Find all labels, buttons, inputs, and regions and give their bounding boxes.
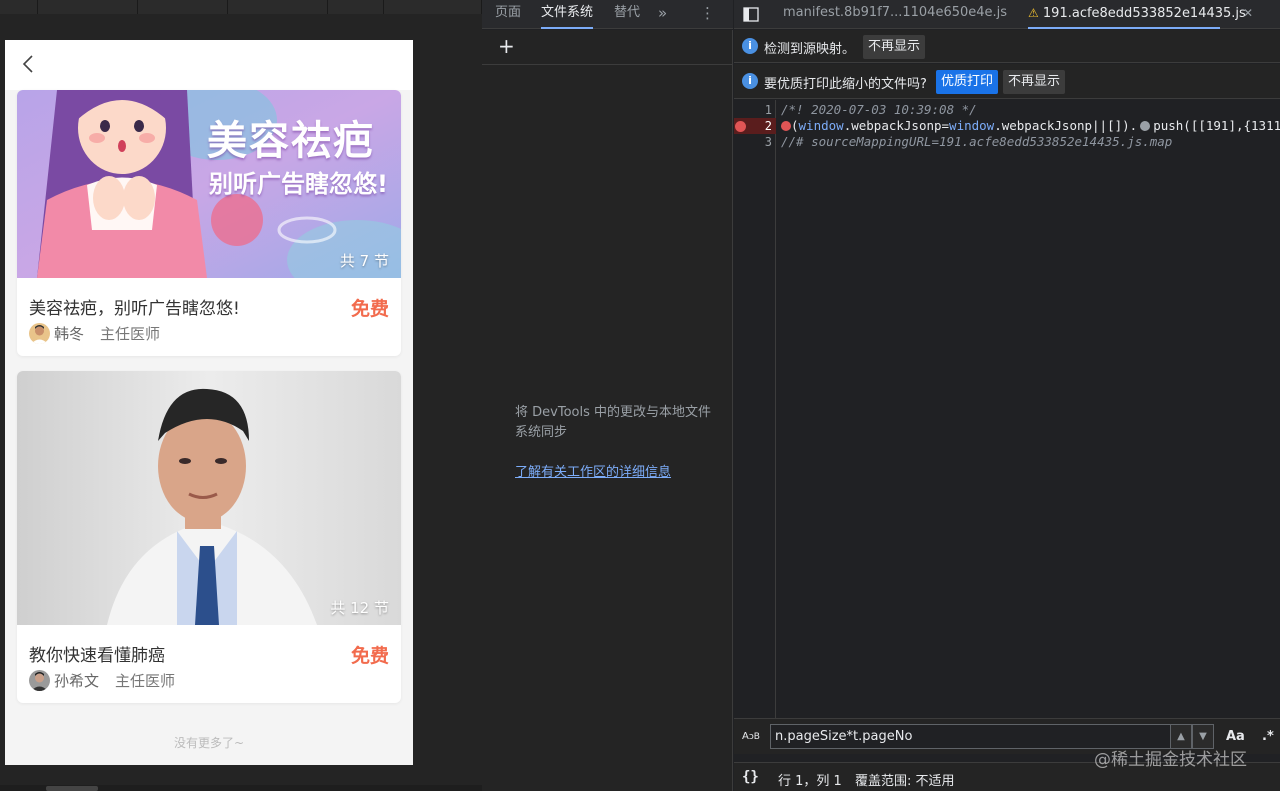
- lesson-count: 共 12 节: [330, 599, 389, 617]
- match-case-button[interactable]: Aa: [1226, 729, 1245, 744]
- line-number[interactable]: 3: [734, 134, 772, 150]
- editor-tabs: manifest.8b91f7...1104e650e4e.js ⚠ 191.a…: [734, 0, 1280, 29]
- add-folder-icon[interactable]: +: [498, 34, 515, 58]
- filesystem-toolbar: +: [482, 30, 732, 65]
- list-end-text: 没有更多了~: [173, 736, 245, 750]
- course-card-body: 教你快速看懂肺癌 免费 孙希文 主任医师: [17, 625, 401, 703]
- back-arrow-icon[interactable]: [15, 50, 43, 78]
- watermark: @稀土掘金技术社区: [1094, 750, 1247, 770]
- info-icon: i: [742, 38, 758, 54]
- infobar-text: 要优质打印此缩小的文件吗?: [764, 77, 927, 92]
- code-token: window: [949, 118, 995, 133]
- mobile-header: [5, 40, 413, 90]
- tab-manifest-js[interactable]: manifest.8b91f7...1104e650e4e.js: [783, 0, 1007, 29]
- inline-breakpoint-icon[interactable]: [781, 121, 791, 131]
- inline-breakpoint-marker-icon[interactable]: [1140, 121, 1151, 131]
- code-token: window: [798, 118, 844, 133]
- lesson-count: 共 7 节: [339, 252, 389, 270]
- author-title: 主任医师: [115, 671, 176, 690]
- code-token: .webpackJsonp=: [843, 118, 950, 133]
- replace-toggle-icon[interactable]: AↄB: [742, 731, 760, 742]
- source-editor: i 检测到源映射。 不再显示 i 要优质打印此缩小的文件吗? 优质打印 不再显示…: [734, 30, 1280, 791]
- filesystem-empty-text: 将 DevTools 中的更改与本地文件系统同步: [515, 405, 711, 440]
- toggle-navigator-icon[interactable]: [743, 7, 759, 22]
- course-card[interactable]: 共 12 节 教你快速看懂肺癌 免费 孙希文 主任医师: [17, 371, 401, 703]
- course-banner-image: 共 12 节: [17, 371, 401, 625]
- pretty-print-icon[interactable]: {}: [742, 769, 759, 785]
- tab-191-js-label: 191.acfe8edd533852e14435.js: [1042, 6, 1246, 21]
- mobile-viewport: 美容祛疤 别听广告瞎忽悠! 共 7 节 美容祛疤，别听广告瞎忽悠! 免费 韩冬 …: [5, 40, 413, 765]
- more-tabs-icon[interactable]: »: [658, 0, 667, 29]
- course-card-body: 美容祛疤，别听广告瞎忽悠! 免费 韩冬 主任医师: [17, 278, 401, 356]
- close-tab-icon[interactable]: ✕: [1243, 0, 1253, 29]
- author-name: 孙希文: [54, 671, 100, 690]
- code-token: (: [791, 118, 799, 133]
- banner-title: 美容祛疤: [207, 118, 375, 164]
- code-token: push([[191],{1311:: [1153, 118, 1280, 133]
- course-price: 免费: [350, 298, 389, 320]
- emulator-bottom-bar: [0, 785, 482, 791]
- infobar-text: 检测到源映射。: [764, 42, 856, 57]
- coverage-status: 覆盖范围: 不适用: [855, 774, 955, 789]
- line-number-label: 2: [764, 119, 772, 133]
- emulator-toolbar: [0, 0, 482, 14]
- code-token: .webpackJsonp||[]).: [994, 118, 1138, 133]
- line-number[interactable]: 1: [734, 102, 772, 118]
- screen: 美容祛疤 别听广告瞎忽悠! 共 7 节 美容祛疤，别听广告瞎忽悠! 免费 韩冬 …: [0, 0, 1280, 791]
- line-number-breakpoint[interactable]: 2: [734, 118, 776, 134]
- regex-button[interactable]: .*: [1262, 729, 1274, 744]
- dont-show-again-button[interactable]: 不再显示: [863, 35, 926, 59]
- course-author: 韩冬 主任医师: [29, 322, 160, 344]
- author-name: 韩冬: [54, 324, 85, 343]
- banner-subtitle: 别听广告瞎忽悠!: [209, 170, 388, 198]
- tab-page[interactable]: 页面: [495, 0, 521, 29]
- filesystem-pane: + 将 DevTools 中的更改与本地文件系统同步 了解有关工作区的详细信息: [482, 30, 733, 791]
- course-price: 免费: [350, 645, 389, 667]
- dont-show-again-button[interactable]: 不再显示: [1003, 70, 1066, 94]
- code-line-3[interactable]: //# sourceMappingURL=191.acfe8edd533852e…: [781, 134, 1172, 150]
- tab-191-js[interactable]: ⚠ 191.acfe8edd533852e14435.js: [1028, 0, 1246, 29]
- warning-icon: ⚠: [1028, 6, 1039, 20]
- sourcemap-infobar: i 检测到源映射。 不再显示: [734, 30, 1280, 63]
- code-line-1[interactable]: /*! 2020-07-03 10:39:08 */: [781, 102, 977, 118]
- info-icon: i: [742, 73, 758, 89]
- course-card[interactable]: 美容祛疤 别听广告瞎忽悠! 共 7 节 美容祛疤，别听广告瞎忽悠! 免费 韩冬 …: [17, 90, 401, 356]
- sources-navigator-tabs: 页面 文件系统 替代 » ⋮: [482, 0, 733, 29]
- workspace-learn-more-link[interactable]: 了解有关工作区的详细信息: [515, 461, 671, 480]
- cursor-position: 行 1，列 1: [778, 774, 842, 789]
- course-banner-image: 美容祛疤 别听广告瞎忽悠! 共 7 节: [17, 90, 401, 278]
- author-title: 主任医师: [100, 324, 161, 343]
- tab-overrides[interactable]: 替代: [614, 0, 640, 29]
- tab-filesystem-label: 文件系统: [541, 5, 594, 20]
- more-options-icon[interactable]: ⋮: [700, 0, 715, 29]
- tab-filesystem[interactable]: 文件系统: [541, 0, 594, 29]
- pretty-print-infobar: i 要优质打印此缩小的文件吗? 优质打印 不再显示: [734, 64, 1280, 99]
- course-title: 美容祛疤，别听广告瞎忽悠!: [29, 299, 240, 319]
- course-title: 教你快速看懂肺癌: [29, 646, 165, 666]
- line-number-gutter[interactable]: 1 2 3: [734, 100, 776, 718]
- code-line-2[interactable]: (window.webpackJsonp=window.webpackJsonp…: [781, 118, 1280, 134]
- avatar: [29, 669, 50, 691]
- avatar: [29, 322, 50, 344]
- breakpoint-icon[interactable]: [735, 121, 746, 132]
- course-author: 孙希文 主任医师: [29, 669, 175, 691]
- pretty-print-button[interactable]: 优质打印: [936, 70, 999, 94]
